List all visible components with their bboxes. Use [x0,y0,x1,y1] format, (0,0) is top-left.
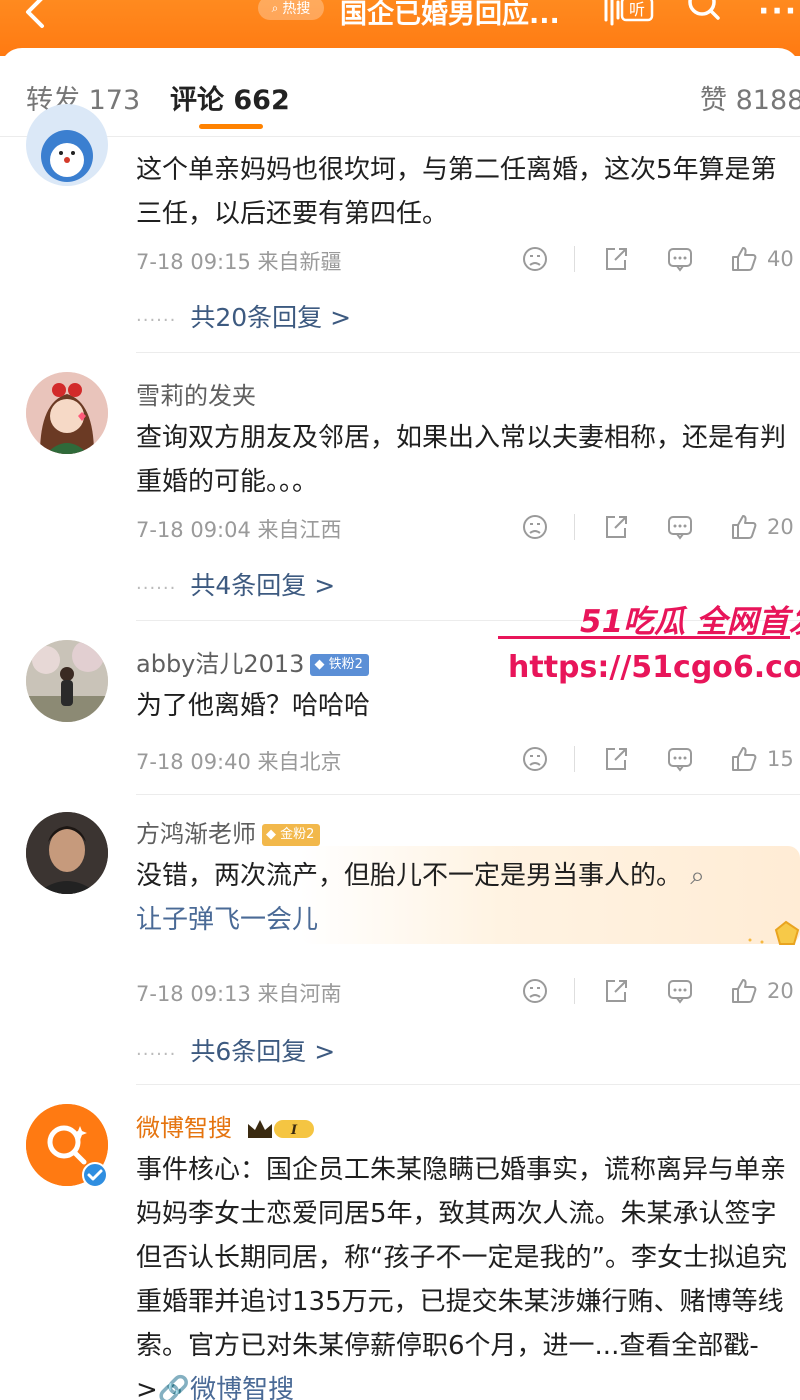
search-icon[interactable] [684,0,724,26]
avatar[interactable] [26,640,108,722]
comment-text: 为了他离婚？哈哈哈 [136,691,371,721]
like-count: 20 [767,979,794,1003]
more-icon[interactable]: ··· [758,0,798,29]
comment-actions: 40 [520,242,794,276]
like-count: 20 [767,515,794,539]
avatar-image [26,372,108,454]
avatar[interactable] [26,812,108,894]
link-icon: 🔗 [157,1375,191,1400]
listen-icon: 听 [604,0,654,26]
svg-text:I: I [290,1123,298,1138]
watermark-url: https://51cgo6.com [508,650,800,685]
ai-search-link[interactable]: 🔗微博智搜 [158,1375,294,1400]
back-arrow-icon[interactable] [18,0,58,30]
comment-meta: 7-18 09:13 来自河南 [136,982,342,1006]
watermark-brand: 51吃瓜 全网首发 [580,604,800,640]
comment-text: 查询双方朋友及邻居，如果出入常以夫妻相称，还是有判重婚的可能。。。 [136,423,787,497]
tab-divider [0,136,800,137]
comment-username[interactable]: 微博智搜 I [136,1108,318,1143]
comment-actions: 15 [520,742,794,776]
avatar-image [26,640,108,722]
hot-search-pill[interactable]: ⌕ 热搜 [258,0,324,20]
dislike-face-icon[interactable] [520,512,550,542]
comment-divider [136,1084,800,1085]
comment-meta: 7-18 09:04 来自江西 [136,518,342,542]
action-separator [574,514,575,540]
search-mini-icon: ⌕ [271,0,279,15]
comment-username[interactable]: abby洁儿2013 ◆ 铁粉2 [136,644,369,679]
replies-count: 共6条回复 > [190,1037,336,1066]
sparkle-gem-icon [748,920,800,945]
dislike-face-icon[interactable] [520,976,550,1006]
comment-icon[interactable] [665,744,695,774]
comment-actions: 20 [520,510,794,544]
comment-icon[interactable] [665,976,695,1006]
like-thumb-icon[interactable] [729,512,759,542]
avatar-image [41,130,93,182]
avatar[interactable] [26,372,108,454]
dislike-face-icon[interactable] [520,744,550,774]
search-topic-link[interactable]: 让子弹飞一会儿 [136,905,318,935]
like-thumb-icon[interactable] [729,744,759,774]
comment-text: 这个单亲妈妈也很坎坷，与第二任离婚，这次5年算是第三任，以后还要有第四任。 [136,155,777,229]
comment-text: 没错，两次流产，但胎儿不一定是男当事人的。 ⌕ 让子弹飞一会儿 [136,854,800,942]
view-replies-link[interactable]: ······ 共6条回复 > [136,1032,335,1068]
comment-meta: 7-18 09:40 来自北京 [136,750,342,774]
username-text: abby洁儿2013 [136,650,305,678]
comment-divider [136,794,800,795]
avatar-image [26,812,108,894]
hot-search-label: 热搜 [282,1,311,17]
comment-icon[interactable] [665,512,695,542]
dislike-face-icon[interactable] [520,244,550,274]
tab-comment[interactable]: 评论 662 [170,78,290,117]
comment-body: 事件核心：国企员工朱某隐瞒已婚事实，谎称离异与单亲妈妈李女士恋爱同居5年，致其两… [136,1155,787,1400]
comment-actions: 20 [520,974,794,1008]
like-count: 40 [767,247,794,271]
share-icon[interactable] [601,512,631,542]
watermark-line [498,636,790,639]
comment-username[interactable]: 方鸿渐老师 ◆ 金粉2 [136,814,321,849]
share-icon[interactable] [601,244,631,274]
comment-icon[interactable] [665,244,695,274]
crown-level-badge-icon[interactable]: I [246,1116,318,1142]
tab-active-indicator [199,124,263,129]
share-icon[interactable] [601,976,631,1006]
view-replies-link[interactable]: ······ 共4条回复 > [136,566,335,602]
like-thumb-icon[interactable] [729,244,759,274]
comment-meta: 7-18 09:15 来自新疆 [136,250,342,274]
replies-count: 共4条回复 > [190,571,336,600]
like-count: 15 [767,747,794,771]
comment-text: 事件核心：国企员工朱某隐瞒已婚事实，谎称离异与单亲妈妈李女士恋爱同居5年，致其两… [136,1148,800,1400]
username-text: 方鸿渐老师 [136,820,256,848]
search-icon: ⌕ [682,861,705,891]
avatar[interactable] [26,104,108,186]
action-separator [574,746,575,772]
share-icon[interactable] [601,744,631,774]
view-replies-link[interactable]: ······ 共20条回复 > [136,298,351,334]
action-separator [574,978,575,1004]
replies-count: 共20条回复 > [190,303,352,332]
listen-label: 听 [629,0,645,19]
page-title: 国企已婚男回应... [340,0,560,30]
like-thumb-icon[interactable] [729,976,759,1006]
fan-badge[interactable]: ◆ 铁粉2 [310,654,369,676]
tab-like[interactable]: 赞 8188 [700,78,800,117]
action-separator [574,246,575,272]
comment-username[interactable]: 雪莉的发夹 [136,376,256,411]
username-text: 微博智搜 [136,1114,232,1142]
fan-badge[interactable]: ◆ 金粉2 [262,824,321,846]
comment-divider [136,352,800,353]
verified-icon [82,1162,108,1188]
listen-button[interactable]: 听 [600,0,656,26]
comment-body: 没错，两次流产，但胎儿不一定是男当事人的。 [136,861,683,891]
avatar[interactable] [26,1104,108,1188]
